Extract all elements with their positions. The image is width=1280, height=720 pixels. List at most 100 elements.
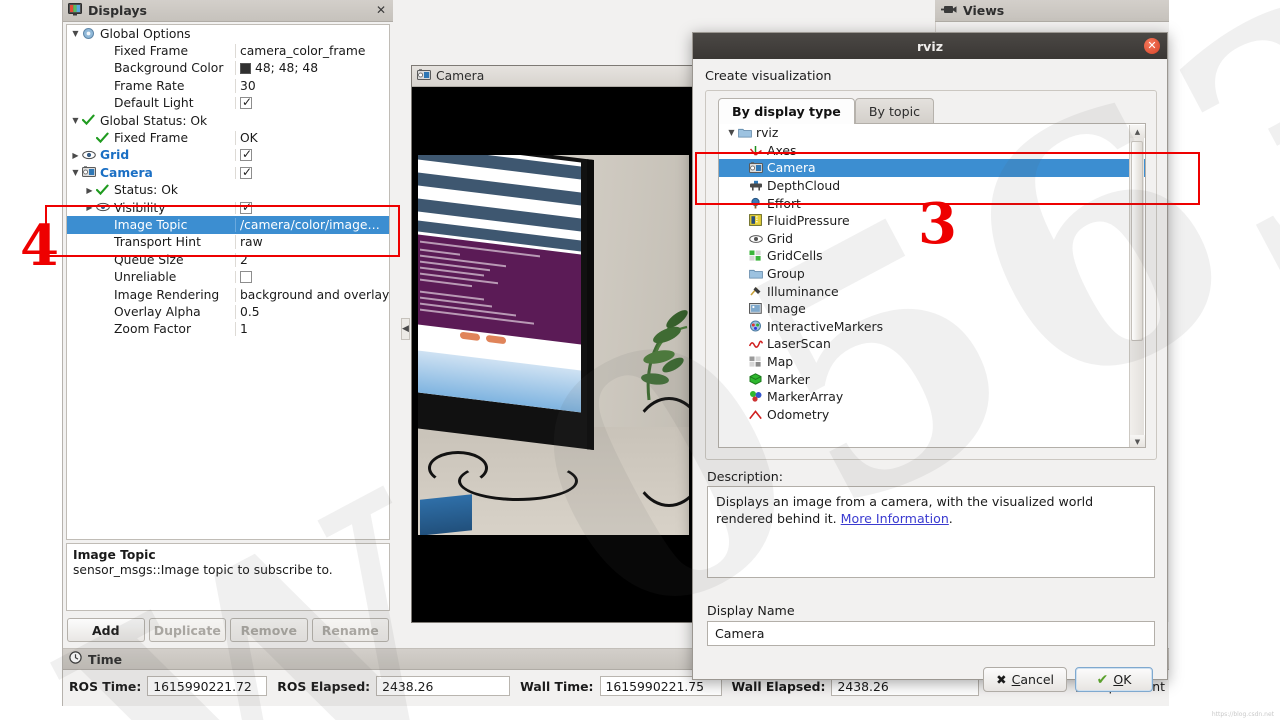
property-value[interactable]: 48; 48; 48 bbox=[235, 61, 389, 76]
tree-root-rviz[interactable]: rviz bbox=[719, 124, 1145, 142]
property-row[interactable]: Unreliable bbox=[67, 268, 389, 285]
property-value[interactable]: 30 bbox=[235, 78, 389, 93]
add-button[interactable]: Add bbox=[67, 618, 145, 642]
property-row[interactable]: Image Rendering background and overlay bbox=[67, 286, 389, 303]
close-icon[interactable]: ✕ bbox=[1144, 38, 1160, 54]
property-row[interactable]: Overlay Alpha 0.5 bbox=[67, 303, 389, 320]
property-checkbox[interactable] bbox=[240, 166, 252, 179]
display-type-fluidpressure[interactable]: FluidPressure bbox=[719, 212, 1145, 230]
property-value[interactable] bbox=[235, 201, 389, 214]
property-value[interactable]: camera_color_frame bbox=[235, 44, 389, 59]
property-checkbox[interactable] bbox=[240, 97, 252, 110]
property-value[interactable]: 0.5 bbox=[235, 304, 389, 319]
display-type-gridcells[interactable]: GridCells bbox=[719, 247, 1145, 265]
icon-spacer bbox=[96, 288, 111, 301]
property-value-text: /camera/color/image… bbox=[240, 217, 380, 232]
property-name: Transport Hint bbox=[114, 235, 201, 250]
property-row[interactable]: Status: Ok bbox=[67, 182, 389, 199]
property-value[interactable]: 1 bbox=[235, 322, 389, 337]
display-type-depthcloud[interactable]: DepthCloud bbox=[719, 177, 1145, 195]
display-type-odometry[interactable]: Odometry bbox=[719, 406, 1145, 424]
property-row[interactable]: Default Light bbox=[67, 95, 389, 112]
display-type-group[interactable]: Group bbox=[719, 265, 1145, 283]
chevron-right-icon[interactable] bbox=[69, 151, 82, 160]
display-type-list[interactable]: rvizAxes Camera DepthCloudEffort FluidPress… bbox=[718, 123, 1146, 448]
scrollbar-thumb[interactable] bbox=[1131, 141, 1143, 341]
property-value-text: camera_color_frame bbox=[240, 44, 366, 59]
property-row[interactable]: Global Options bbox=[67, 25, 389, 42]
tab-by-topic[interactable]: By topic bbox=[854, 98, 934, 124]
display-type-marker[interactable]: Marker bbox=[719, 370, 1145, 388]
property-row[interactable]: Zoom Factor 1 bbox=[67, 321, 389, 338]
property-value[interactable] bbox=[235, 97, 389, 110]
icon-spacer bbox=[96, 305, 111, 318]
views-icon bbox=[941, 3, 957, 18]
chevron-down-icon[interactable] bbox=[725, 128, 738, 137]
markerarray-icon bbox=[749, 390, 764, 403]
display-name-input[interactable]: Camera bbox=[707, 621, 1155, 646]
tab-by-display-type[interactable]: By display type bbox=[718, 98, 855, 124]
camera-render-panel: Camera bbox=[411, 65, 694, 623]
icon-spacer bbox=[96, 62, 111, 75]
property-row[interactable]: Visibility bbox=[67, 199, 389, 216]
display-type-grid[interactable]: Grid bbox=[719, 230, 1145, 248]
property-row[interactable]: Background Color 48; 48; 48 bbox=[67, 60, 389, 77]
time-field-value[interactable]: 1615990221.72 bbox=[147, 676, 268, 696]
display-type-axes[interactable]: Axes bbox=[719, 142, 1145, 160]
property-value-text: OK bbox=[240, 131, 258, 146]
property-row[interactable]: Transport Hint raw bbox=[67, 234, 389, 251]
display-type-illuminance[interactable]: Illuminance bbox=[719, 282, 1145, 300]
more-information-link[interactable]: More Information bbox=[841, 511, 949, 526]
property-value[interactable]: raw bbox=[235, 235, 389, 250]
display-type-markerarray[interactable]: MarkerArray bbox=[719, 388, 1145, 406]
property-value[interactable]: OK bbox=[235, 131, 389, 146]
laserscan-icon bbox=[748, 337, 764, 350]
display-type-camera[interactable]: Camera bbox=[719, 159, 1145, 177]
property-value[interactable] bbox=[235, 271, 389, 284]
property-row[interactable]: Fixed Frame camera_color_frame bbox=[67, 42, 389, 59]
ok-button[interactable]: ✔ OK bbox=[1075, 667, 1153, 692]
source-credit: https://blog.csdn.net bbox=[1211, 711, 1274, 718]
chevron-down-icon[interactable] bbox=[69, 29, 82, 38]
gear-icon bbox=[82, 27, 97, 40]
close-icon[interactable]: ✕ bbox=[374, 4, 388, 18]
color-swatch[interactable] bbox=[240, 62, 251, 74]
remove-button: Remove bbox=[230, 618, 308, 642]
property-row[interactable]: Grid bbox=[67, 147, 389, 164]
property-checkbox[interactable] bbox=[240, 149, 252, 162]
display-type-image[interactable]: Image bbox=[719, 300, 1145, 318]
property-value[interactable] bbox=[235, 149, 389, 162]
panel-collapse-arrow-icon[interactable]: ◀ bbox=[401, 318, 410, 340]
property-row[interactable]: Global Status: Ok bbox=[67, 112, 389, 129]
property-value[interactable] bbox=[235, 166, 389, 179]
chevron-right-icon[interactable] bbox=[83, 203, 96, 212]
property-value[interactable]: background and overlay bbox=[235, 287, 389, 302]
display-type-laserscan[interactable]: LaserScan bbox=[719, 335, 1145, 353]
chevron-down-icon[interactable] bbox=[69, 116, 82, 125]
display-properties-tree[interactable]: Global Options Fixed Frame camera_color_fr… bbox=[66, 24, 390, 540]
display-type-group: By display typeBy topic rvizAxes Camera De… bbox=[705, 90, 1157, 460]
camera-image-view[interactable] bbox=[412, 87, 693, 622]
property-checkbox[interactable] bbox=[240, 271, 252, 284]
cancel-button[interactable]: ✖ Cancel bbox=[983, 667, 1067, 692]
property-value[interactable]: 2 bbox=[235, 252, 389, 267]
property-row[interactable]: Camera bbox=[67, 164, 389, 181]
property-row[interactable]: Fixed Frame OK bbox=[67, 129, 389, 146]
time-field-value[interactable]: 2438.26 bbox=[376, 676, 511, 696]
chevron-right-icon[interactable] bbox=[83, 186, 96, 195]
property-value-text: background and overlay bbox=[240, 287, 389, 302]
property-value[interactable]: /camera/color/image… bbox=[235, 217, 389, 232]
display-type-list-scrollbar[interactable]: ▲ ▼ bbox=[1129, 125, 1145, 447]
property-checkbox[interactable] bbox=[240, 201, 252, 214]
scroll-down-icon[interactable]: ▼ bbox=[1130, 435, 1145, 447]
scroll-up-icon[interactable]: ▲ bbox=[1130, 125, 1145, 138]
property-row[interactable]: Queue Size 2 bbox=[67, 251, 389, 268]
display-type-map[interactable]: Map bbox=[719, 353, 1145, 371]
property-row[interactable]: Image Topic/camera/color/image… bbox=[67, 216, 389, 234]
property-row[interactable]: Frame Rate 30 bbox=[67, 77, 389, 94]
display-type-interactivemarkers[interactable]: InteractiveMarkers bbox=[719, 318, 1145, 336]
dialog-title: rviz bbox=[916, 38, 944, 54]
display-type-effort[interactable]: Effort bbox=[719, 194, 1145, 212]
property-name: Fixed Frame bbox=[114, 44, 189, 59]
chevron-down-icon[interactable] bbox=[69, 168, 82, 177]
